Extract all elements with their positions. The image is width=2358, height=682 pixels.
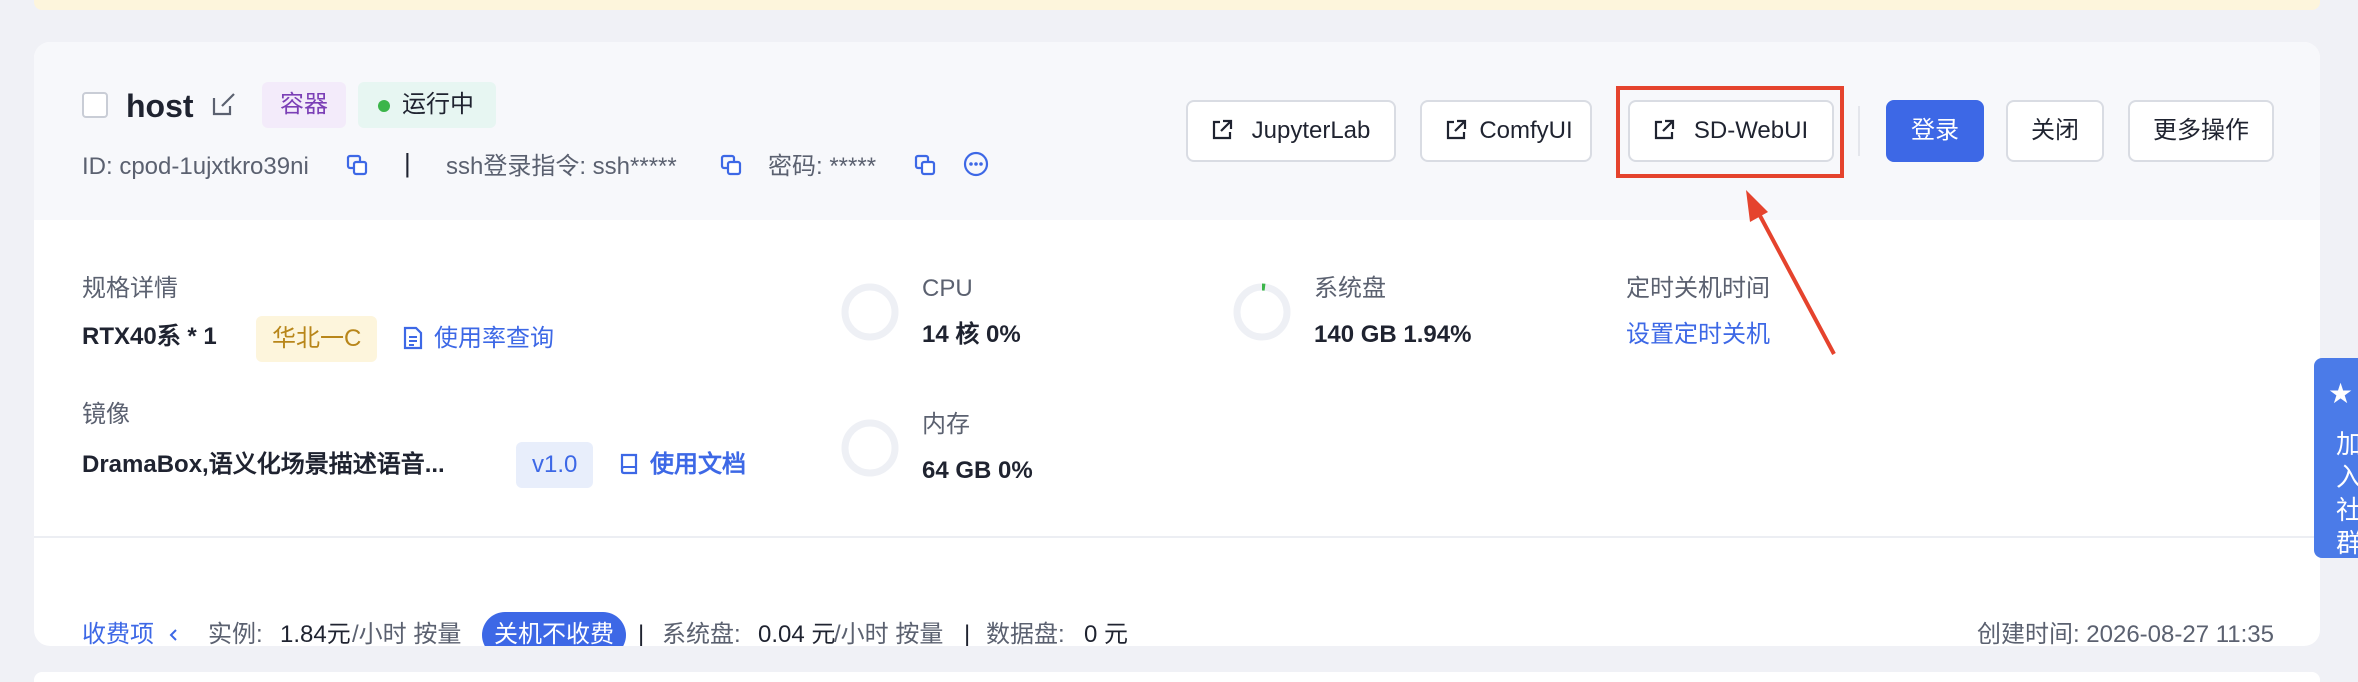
join-community-label: 加入社群: [2336, 429, 2358, 558]
annotation-arrow: [1746, 190, 1836, 355]
join-community-tab[interactable]: ★ 加入社群: [2314, 358, 2358, 558]
next-card-edge: [34, 672, 2320, 682]
star-icon: ★: [2328, 378, 2354, 409]
